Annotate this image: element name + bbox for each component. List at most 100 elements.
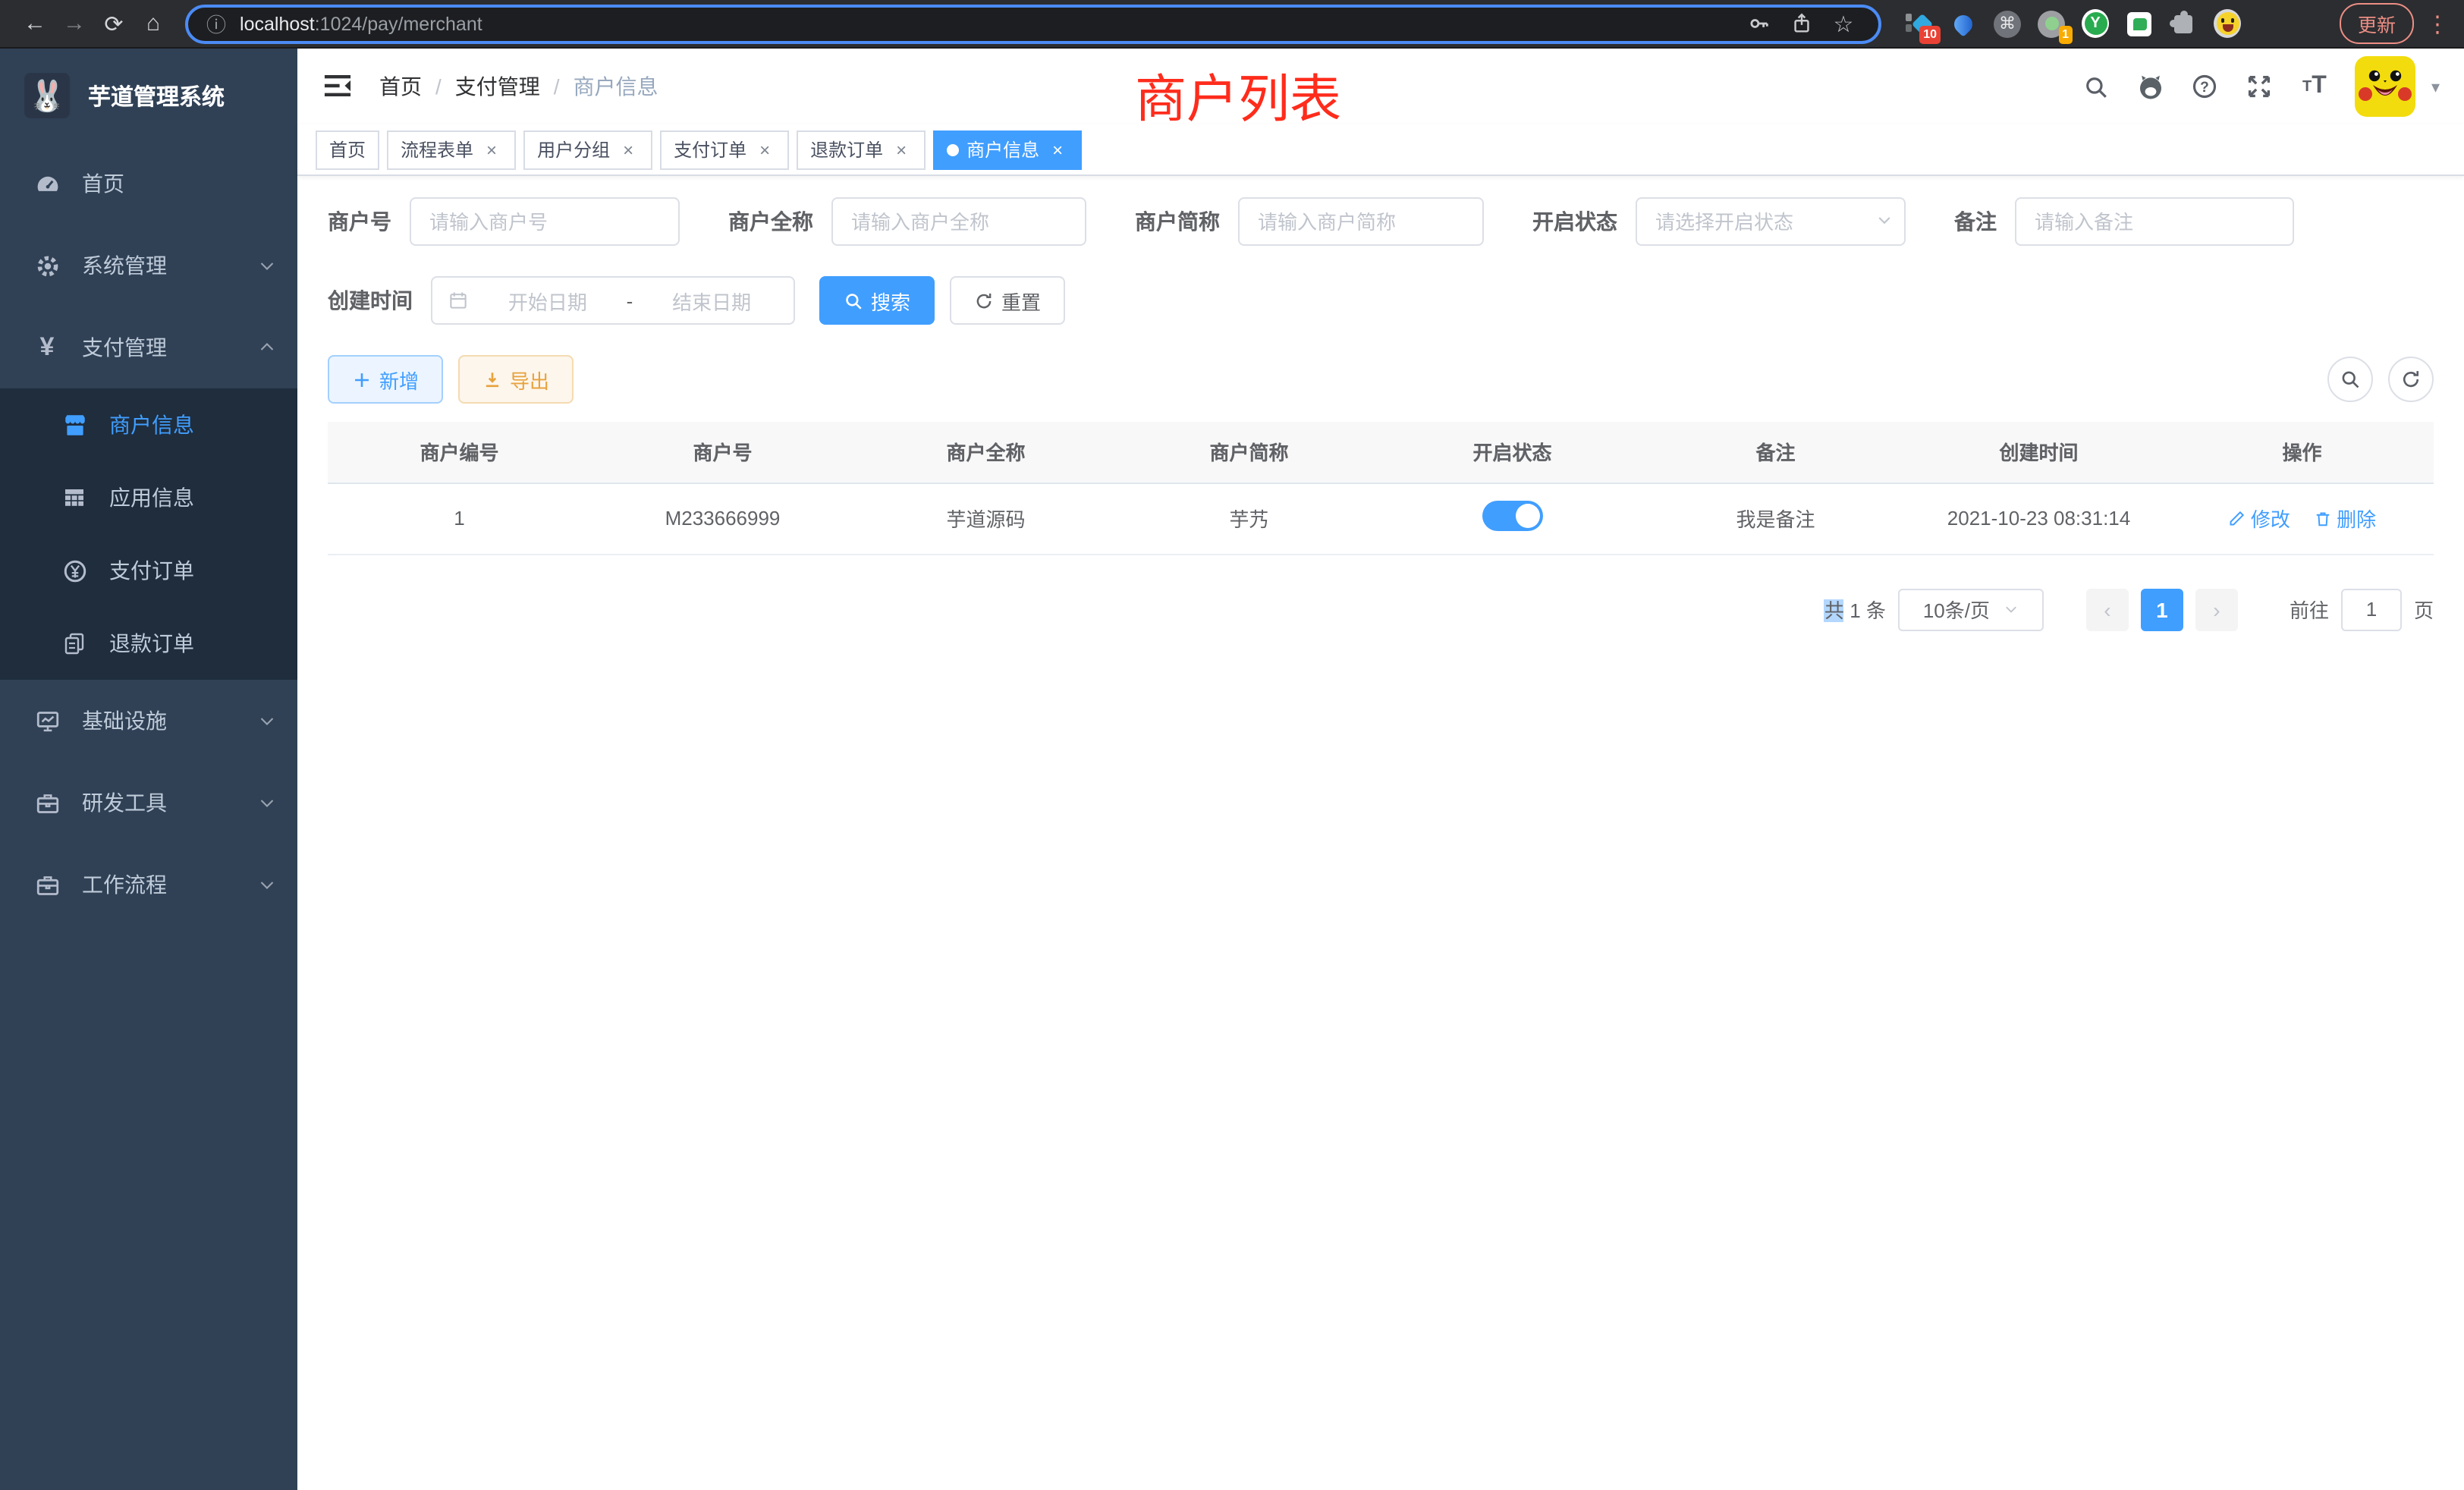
tab-merchant-info[interactable]: 商户信息× [933, 130, 1082, 169]
sidebar: 🐰 芋道管理系统 首页 系统管理 ¥ 支付管理 [0, 49, 297, 1490]
cell-create-time: 2021-10-23 08:31:14 [1907, 483, 2170, 554]
breadcrumb-separator: / [554, 74, 560, 99]
sidebar-item-label: 支付订单 [109, 555, 276, 586]
fullscreen-icon[interactable] [2237, 64, 2283, 109]
sidebar-item-merchant-info[interactable]: 商户信息 [0, 388, 297, 461]
toggle-search-button[interactable] [2327, 357, 2373, 402]
col-merchant-id: 商户编号 [328, 422, 591, 483]
page-1-button[interactable]: 1 [2141, 588, 2183, 630]
goto-page-input[interactable] [2341, 588, 2402, 630]
table-row: 1 M233666999 芋道源码 芋艿 我是备注 2021-10-23 08:… [328, 483, 2434, 554]
col-merchant-no: 商户号 [591, 422, 854, 483]
close-icon[interactable]: × [754, 139, 775, 160]
delete-link[interactable]: 删除 [2314, 504, 2376, 533]
close-icon[interactable]: × [1047, 139, 1068, 160]
breadcrumb-separator: / [435, 74, 442, 99]
sidebar-item-workflow[interactable]: 工作流程 [0, 844, 297, 926]
edit-link[interactable]: 修改 [2228, 504, 2290, 533]
refresh-button[interactable] [2388, 357, 2434, 402]
extensions-puzzle-icon[interactable] [2170, 10, 2197, 37]
menu-fold-icon[interactable] [322, 70, 355, 103]
tab-process-form[interactable]: 流程表单× [387, 130, 516, 169]
help-icon[interactable]: ? [2183, 64, 2228, 109]
close-icon[interactable]: × [618, 139, 639, 160]
close-icon[interactable]: × [481, 139, 502, 160]
back-icon[interactable]: ← [15, 5, 55, 42]
tab-refund-order[interactable]: 退款订单× [797, 130, 926, 169]
reload-icon[interactable]: ⟳ [94, 5, 134, 42]
add-button[interactable]: 新增 [328, 355, 443, 404]
chevron-down-icon [258, 712, 276, 730]
github-icon[interactable] [2128, 64, 2173, 109]
forward-icon[interactable]: → [55, 5, 94, 42]
sidebar-item-label: 工作流程 [82, 869, 258, 900]
status-select[interactable] [1636, 197, 1906, 246]
address-bar[interactable]: ⓘ localhost:1024/pay/merchant ☆ [185, 4, 1881, 43]
extension-command-icon[interactable]: ⌘ [1994, 10, 2021, 37]
create-time-label: 创建时间 [328, 285, 431, 316]
tab-home[interactable]: 首页 [316, 130, 379, 169]
status-toggle[interactable] [1482, 501, 1543, 531]
close-icon[interactable]: × [891, 139, 912, 160]
export-button[interactable]: 导出 [458, 355, 574, 404]
prev-page-button[interactable]: ‹ [2086, 588, 2129, 630]
extension-devtools-icon[interactable]: 10 [1906, 10, 1933, 37]
reset-button[interactable]: 重置 [950, 276, 1065, 325]
cell-short-name: 芋艿 [1117, 483, 1381, 554]
cell-merchant-id: 1 [328, 483, 591, 554]
total-count: 共 1 条 [1824, 595, 1886, 624]
merchant-name-input[interactable] [831, 197, 1086, 246]
site-info-icon[interactable]: ⓘ [206, 9, 226, 38]
extension-pin-icon[interactable] [1950, 10, 1977, 37]
table-toolbar: 新增 导出 [328, 355, 2434, 404]
share-icon[interactable] [1784, 10, 1818, 37]
next-page-button[interactable]: › [2195, 588, 2238, 630]
create-time-range-picker[interactable]: 开始日期 - 结束日期 [431, 276, 795, 325]
breadcrumb-home[interactable]: 首页 [379, 71, 422, 102]
profile-emoji-icon[interactable] [2214, 10, 2241, 37]
sidebar-item-system[interactable]: 系统管理 [0, 225, 297, 306]
chrome-update-button[interactable]: 更新 [2340, 3, 2414, 44]
remark-input[interactable] [2015, 197, 2294, 246]
sidebar-item-devtools[interactable]: 研发工具 [0, 762, 297, 844]
short-name-input[interactable] [1238, 197, 1484, 246]
sidebar-item-app-info[interactable]: 应用信息 [0, 461, 297, 534]
sidebar-item-home[interactable]: 首页 [0, 143, 297, 225]
col-short-name: 商户简称 [1117, 422, 1381, 483]
search-button[interactable]: 搜索 [819, 276, 935, 325]
app-logo[interactable]: 🐰 芋道管理系统 [0, 49, 297, 143]
caret-down-icon[interactable]: ▾ [2431, 77, 2440, 96]
merchant-no-input[interactable] [410, 197, 680, 246]
range-separator: - [627, 289, 633, 312]
chevron-down-icon [258, 794, 276, 812]
extension-proxy-icon[interactable]: 1 [2038, 10, 2065, 37]
active-tab-dot [947, 143, 959, 156]
password-key-icon[interactable] [1742, 10, 1775, 37]
tab-user-group[interactable]: 用户分组× [523, 130, 652, 169]
cell-merchant-no: M233666999 [591, 483, 854, 554]
extension-notes-icon[interactable] [2126, 10, 2153, 37]
user-avatar[interactable] [2356, 56, 2416, 117]
bookmark-star-icon[interactable]: ☆ [1827, 10, 1860, 37]
sidebar-item-pay[interactable]: ¥ 支付管理 [0, 306, 297, 388]
breadcrumb: 首页 / 支付管理 / 商户信息 [379, 71, 658, 102]
browser-menu-icon[interactable]: ⋮ [2426, 10, 2449, 37]
sidebar-item-label: 商户信息 [109, 410, 276, 440]
grid-icon [61, 484, 88, 511]
yen-icon: ¥ [33, 334, 61, 361]
url-host: localhost [240, 13, 315, 34]
breadcrumb-current: 商户信息 [574, 71, 658, 102]
home-icon[interactable]: ⌂ [134, 5, 173, 42]
sidebar-item-refund-order[interactable]: 退款订单 [0, 607, 297, 680]
url-path: :1024/pay/merchant [315, 13, 482, 34]
breadcrumb-pay[interactable]: 支付管理 [455, 71, 540, 102]
page-size-select[interactable]: 10条/页 [1898, 588, 2044, 630]
status-select-input[interactable] [1636, 197, 1906, 246]
tab-pay-order[interactable]: 支付订单× [660, 130, 789, 169]
font-size-icon[interactable]: TT [2292, 64, 2337, 109]
col-remark: 备注 [1644, 422, 1907, 483]
sidebar-item-infra[interactable]: 基础设施 [0, 680, 297, 762]
extension-y-icon[interactable]: Y [2082, 10, 2109, 37]
sidebar-item-pay-order[interactable]: 支付订单 [0, 534, 297, 607]
header-search-icon[interactable] [2073, 64, 2119, 109]
